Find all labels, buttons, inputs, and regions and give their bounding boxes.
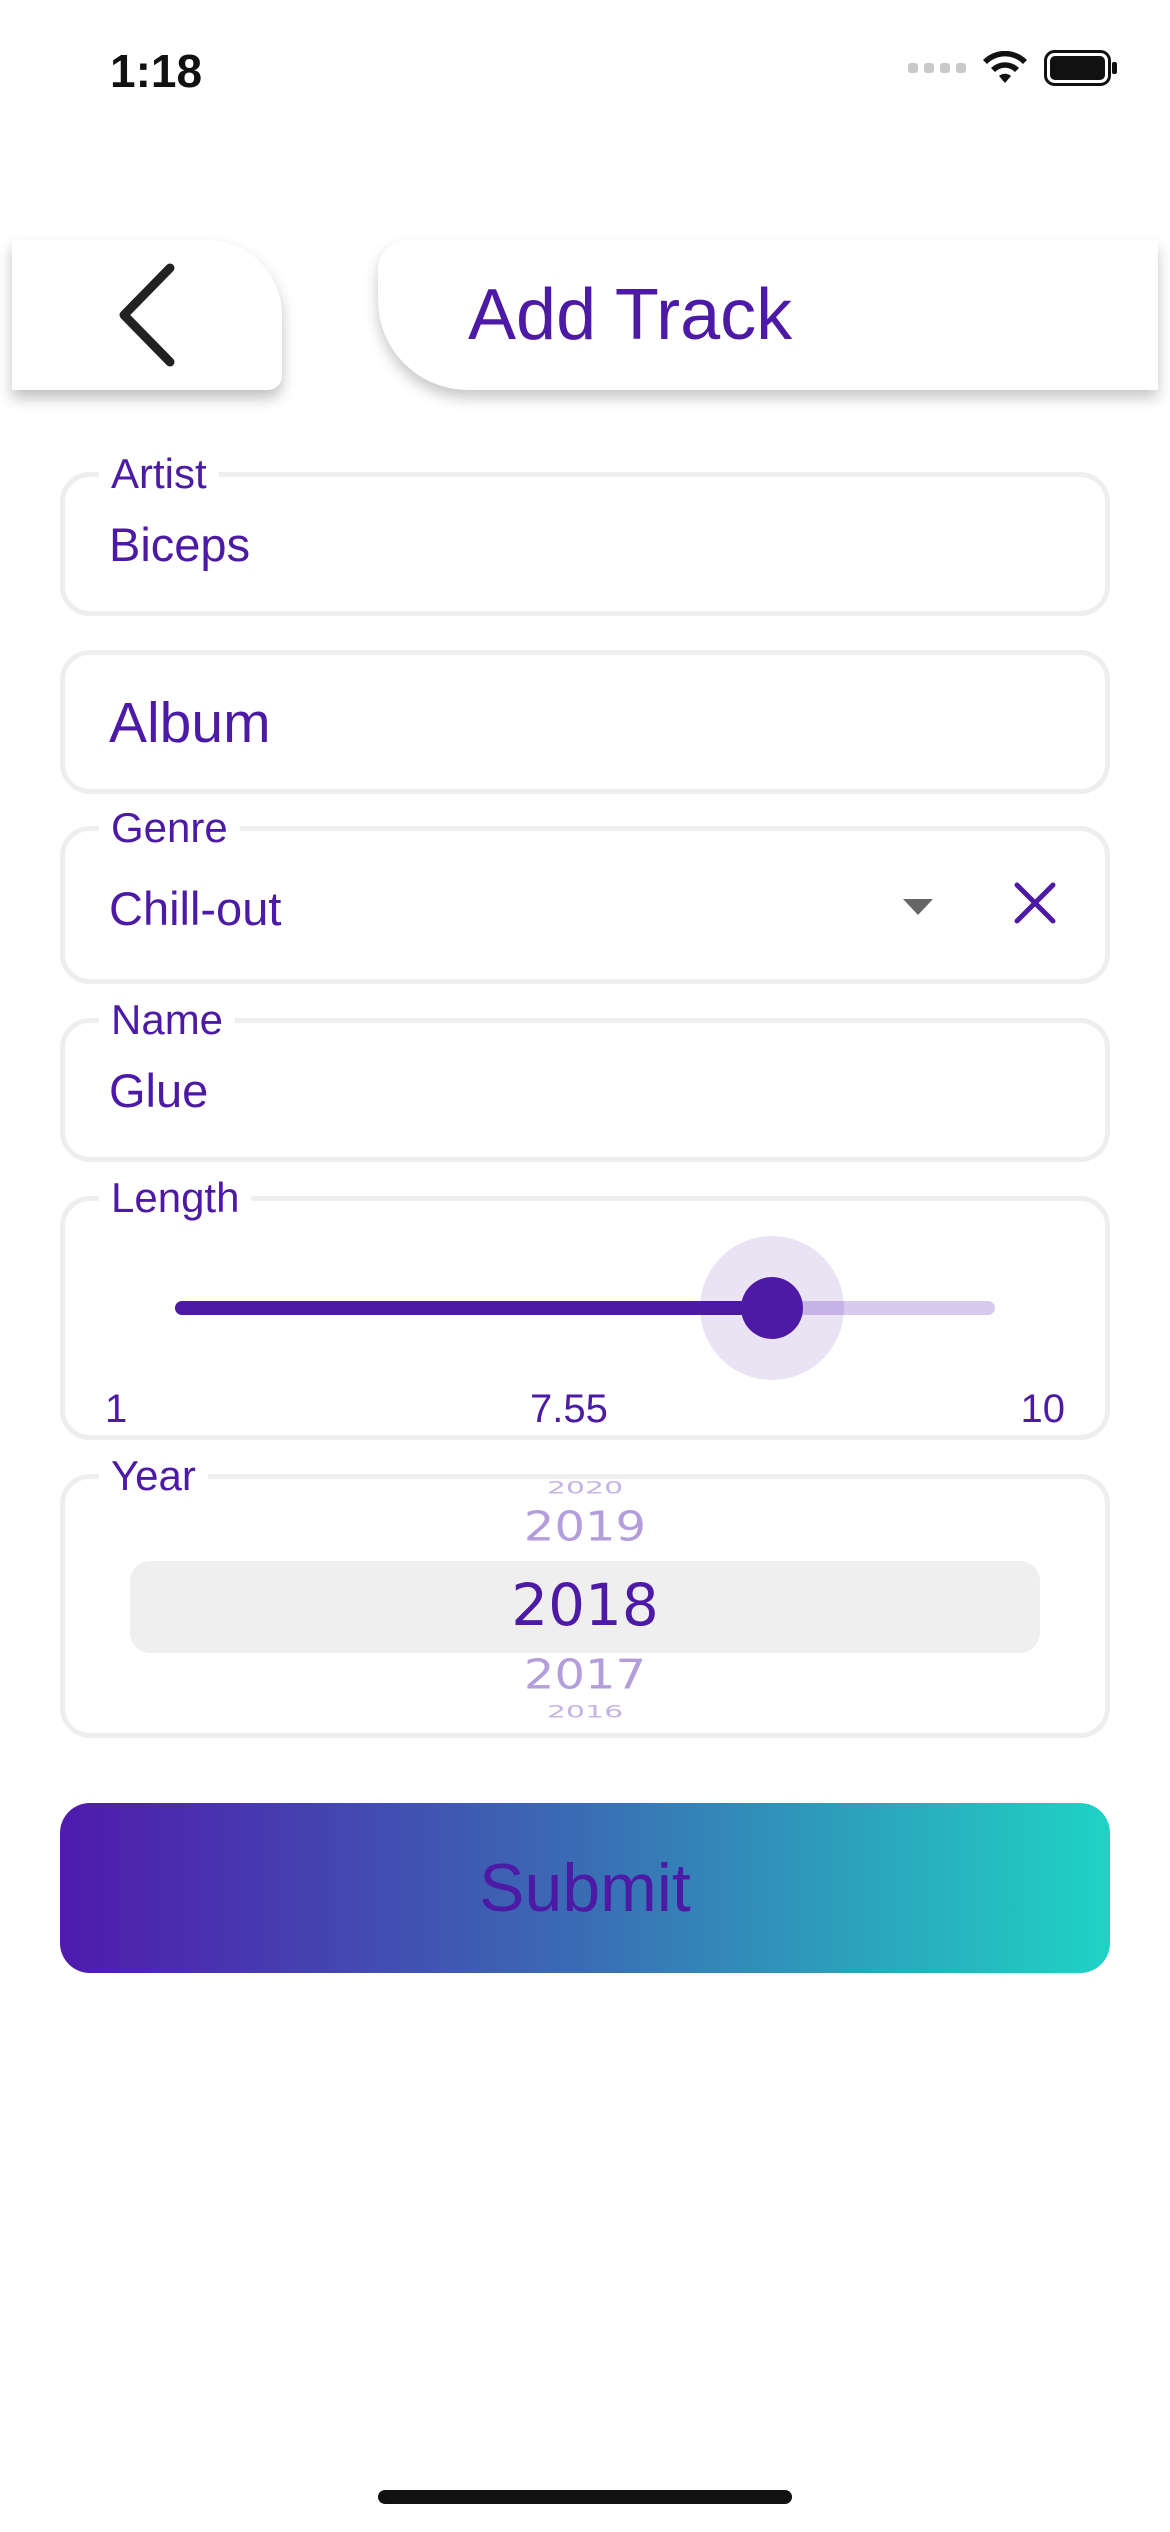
- year-option-selected[interactable]: 2018: [65, 1571, 1105, 1639]
- signal-icon: [908, 63, 966, 73]
- length-label: Length: [99, 1175, 252, 1221]
- length-slider-track[interactable]: [175, 1301, 995, 1315]
- genre-field[interactable]: Genre Chill-out: [60, 805, 1110, 984]
- length-min-label: 1: [105, 1387, 128, 1431]
- page-title: Add Track: [468, 275, 793, 355]
- name-field[interactable]: Name Glue: [60, 997, 1110, 1162]
- year-picker-wheel[interactable]: 2020 2019 2018 2017 2016: [65, 1479, 1105, 1733]
- chevron-left-icon: [119, 263, 175, 367]
- submit-button[interactable]: Submit: [60, 1803, 1110, 1973]
- status-time: 1:18: [110, 45, 203, 97]
- name-label: Name: [99, 997, 236, 1043]
- year-option[interactable]: 2016: [65, 1703, 1105, 1722]
- caret-down-icon[interactable]: [903, 899, 933, 915]
- length-value-label: 7.55: [530, 1387, 608, 1431]
- album-placeholder[interactable]: Album: [109, 690, 271, 756]
- wifi-icon: [983, 51, 1027, 83]
- genre-value[interactable]: Chill-out: [109, 881, 281, 936]
- submit-label: Submit: [479, 1850, 691, 1926]
- year-option[interactable]: 2017: [65, 1651, 1105, 1699]
- year-option[interactable]: 2020: [65, 1479, 1105, 1498]
- album-field[interactable]: Album: [60, 650, 1110, 794]
- year-field[interactable]: Year 2020 2019 2018 2017 2016: [60, 1453, 1110, 1738]
- genre-label: Genre: [99, 805, 240, 851]
- name-value[interactable]: Glue: [109, 1063, 208, 1118]
- length-field: Length 1 7.55 10: [60, 1175, 1110, 1440]
- artist-field[interactable]: Artist Biceps: [60, 451, 1110, 616]
- status-icons: [908, 50, 1118, 86]
- close-icon[interactable]: [1011, 879, 1059, 927]
- title-card: Add Track: [378, 240, 1158, 390]
- length-slider-thumb[interactable]: [740, 1277, 803, 1339]
- home-indicator: [378, 2490, 792, 2504]
- back-button[interactable]: [12, 240, 282, 390]
- length-max-label: 10: [1020, 1387, 1066, 1431]
- artist-label: Artist: [99, 451, 219, 497]
- length-slider-fill: [175, 1301, 772, 1315]
- artist-value[interactable]: Biceps: [109, 517, 250, 572]
- battery-icon: [1044, 50, 1117, 86]
- year-option[interactable]: 2019: [65, 1503, 1105, 1551]
